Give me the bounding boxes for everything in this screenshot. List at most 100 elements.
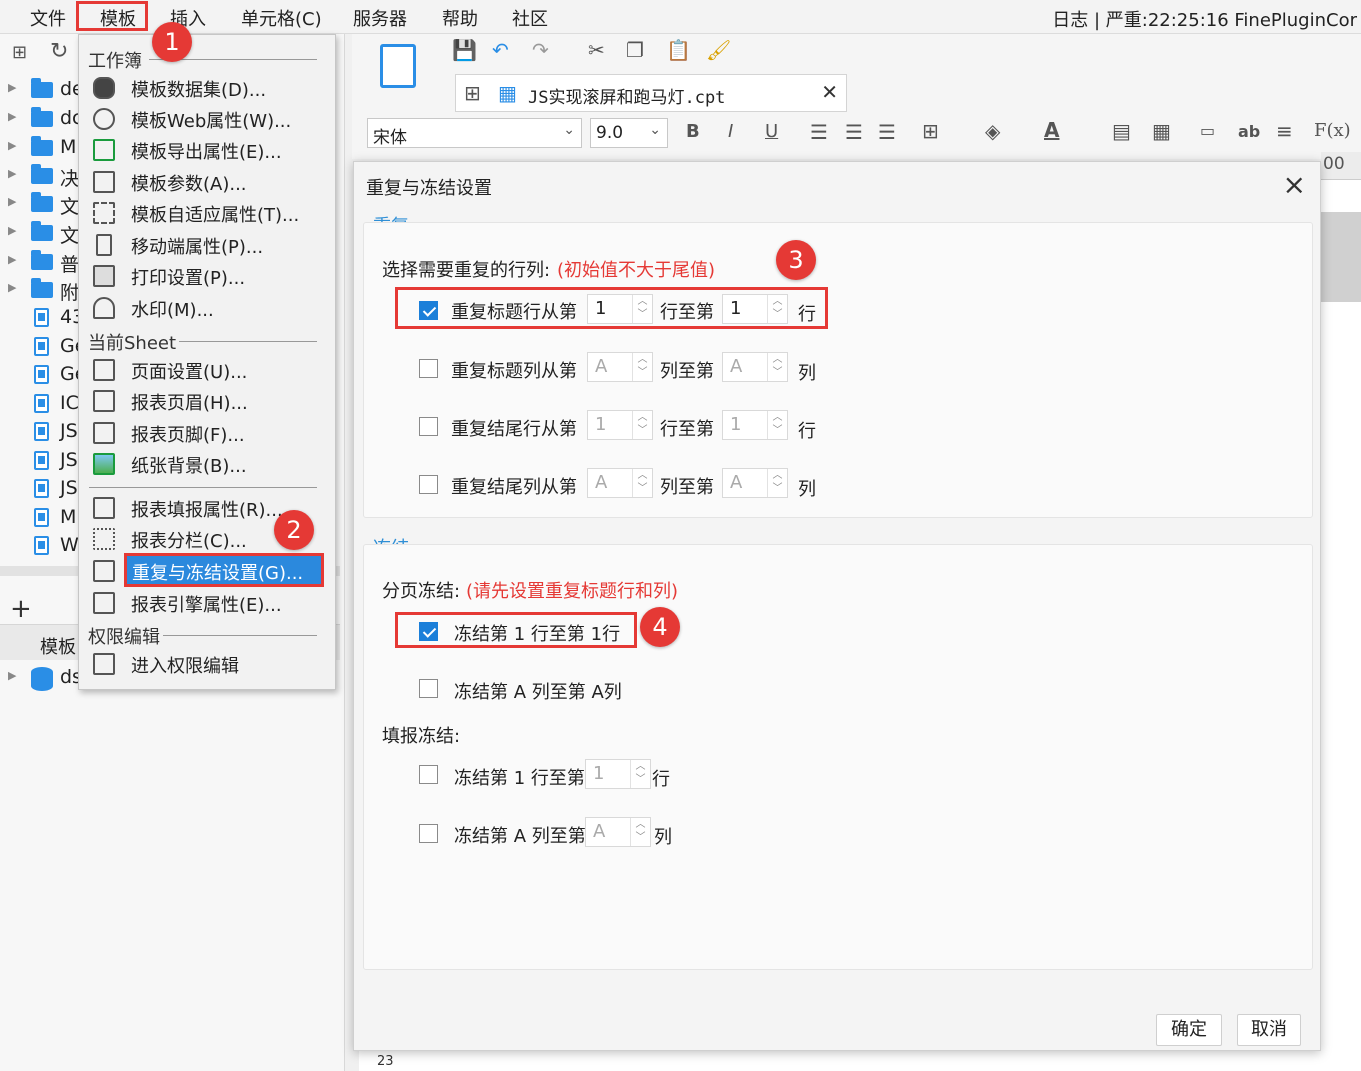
cut-icon[interactable]: ✂	[588, 38, 605, 62]
menu-item-watermark[interactable]: 水印(M)...	[79, 293, 335, 323]
repeat-title-col-checkbox[interactable]	[419, 359, 438, 378]
folder-icon	[31, 136, 53, 156]
chevron-down-icon: ⌄	[649, 122, 661, 138]
cancel-button[interactable]: 取消	[1237, 1014, 1301, 1046]
menu-item-paper-background[interactable]: 纸张背景(B)...	[79, 449, 335, 479]
menu-help[interactable]: 帮助	[442, 5, 478, 31]
repeat-title-col-unit: 列	[798, 363, 816, 384]
editor-tab[interactable]: ⊞ ▦ JS实现滚屏和跑马灯.cpt ✕	[455, 74, 847, 112]
sheet-grid: 00	[1321, 152, 1361, 1071]
repeat-title-col-from[interactable]: A ︿ ﹀	[587, 352, 653, 382]
save-icon[interactable]: 💾	[452, 38, 477, 62]
cpt-file-icon: ▦	[498, 81, 517, 105]
annotation-badge-1: 1	[152, 22, 192, 62]
menu-item-template-export[interactable]: 模板导出属性(E)...	[79, 135, 335, 165]
freeze-group	[363, 544, 1313, 970]
copy-icon[interactable]: ❐	[626, 38, 644, 62]
menu-item-template-adaptive[interactable]: 模板自适应属性(T)...	[79, 198, 335, 228]
wrap-text-icon[interactable]: ab	[1238, 122, 1260, 141]
align-right-icon[interactable]: ☰	[878, 120, 896, 144]
repeat-tail-col-checkbox[interactable]	[419, 475, 438, 494]
bold-icon[interactable]: B	[686, 121, 700, 142]
underline-icon[interactable]: U	[765, 121, 778, 142]
font-family-select[interactable]: 宋体 ⌄	[367, 118, 582, 148]
menu-item-report-header[interactable]: 报表页眉(H)...	[79, 386, 335, 416]
repeat-tail-row-checkbox[interactable]	[419, 417, 438, 436]
font-color-icon[interactable]: A	[1044, 118, 1059, 142]
menu-item-mobile[interactable]: 移动端属性(P)...	[79, 230, 335, 260]
fill-freeze-row-checkbox[interactable]	[419, 765, 438, 784]
repeat-tail-col-from[interactable]: A ︿ ﹀	[587, 468, 653, 498]
menu-item-engine-properties[interactable]: 报表引擎属性(E)...	[79, 588, 335, 618]
menu-community[interactable]: 社区	[512, 5, 548, 31]
undo-icon[interactable]: ↶	[492, 38, 509, 62]
repeat-tail-col-to[interactable]: A ︿ ﹀	[722, 468, 788, 498]
format-brush-icon[interactable]: 🖌	[706, 38, 731, 62]
menu-file[interactable]: 文件	[30, 5, 66, 31]
menu-server[interactable]: 服务器	[353, 5, 407, 31]
menu-item-report-footer[interactable]: 报表页脚(F)...	[79, 418, 335, 448]
italic-icon[interactable]: I	[728, 121, 733, 142]
menu-item-template-web[interactable]: 模板Web属性(W)...	[79, 104, 335, 134]
folder-icon	[31, 250, 53, 270]
section-permission: 权限编辑	[88, 627, 160, 648]
annotation-badge-2: 2	[274, 510, 314, 550]
split-cells-icon[interactable]: ▦	[1152, 119, 1171, 143]
page-freeze-hint: (请先设置重复标题行和列)	[466, 581, 679, 602]
menu-item-enter-permission[interactable]: 进入权限编辑	[79, 649, 335, 679]
formula-icon[interactable]: F(x)	[1314, 120, 1351, 141]
font-size-select[interactable]: 9.0 ⌄	[590, 118, 668, 148]
cpt-file-icon	[34, 508, 49, 527]
dialog-title: 重复与冻结设置	[366, 178, 492, 199]
folder-icon	[31, 221, 53, 241]
fill-freeze-col-checkbox[interactable]	[419, 824, 438, 843]
cpt-file-icon	[34, 337, 49, 356]
fill-freeze-row-label: 冻结第 1 行至第	[454, 768, 585, 789]
repeat-tail-row-from[interactable]: 1 ︿ ﹀	[587, 410, 653, 440]
merge-cells-icon[interactable]: ▤	[1112, 119, 1131, 143]
indent-icon[interactable]: ≡	[1276, 119, 1293, 143]
align-center-icon[interactable]: ☰	[845, 120, 863, 144]
fill-color-icon[interactable]: ◈	[985, 119, 1000, 143]
tab-title: JS实现滚屏和跑马灯.cpt	[528, 88, 726, 108]
repeat-hint: (初始值不大于尾值)	[557, 260, 716, 281]
repeat-title-col-to[interactable]: A ︿ ﹀	[722, 352, 788, 382]
stamp-icon	[93, 297, 115, 319]
border-icon[interactable]: ⊞	[922, 119, 939, 143]
menu-item-print[interactable]: 打印设置(P)...	[79, 261, 335, 291]
repeat-tail-row-mid: 行至第	[660, 419, 714, 440]
redo-icon[interactable]: ↷	[532, 38, 549, 62]
page-freeze-col-checkbox[interactable]	[419, 679, 438, 698]
sheet-bottom-row: 23	[359, 1050, 1321, 1071]
menu-item-page-setup[interactable]: 页面设置(U)...	[79, 355, 335, 385]
align-left-icon[interactable]: ☰	[810, 120, 828, 144]
menu-item-template-dataset[interactable]: 模板数据集(D)...	[79, 73, 335, 103]
text-control-icon[interactable]: ▭	[1200, 121, 1215, 140]
repeat-tail-col-mid: 列至第	[660, 477, 714, 498]
add-icon[interactable]: +	[10, 594, 32, 624]
repeat-tail-row-unit: 行	[798, 421, 816, 442]
repeat-tail-row-label: 重复结尾行从第	[451, 419, 577, 440]
cpt-file-icon	[34, 536, 49, 555]
menu-item-template-params[interactable]: 模板参数(A)...	[79, 167, 335, 197]
fill-freeze-row-value[interactable]: 1 ︿ ﹀	[585, 759, 651, 789]
repeat-tail-row-to[interactable]: 1 ︿ ﹀	[722, 410, 788, 440]
database-icon	[93, 77, 115, 99]
refresh-icon[interactable]: ↻	[50, 39, 68, 64]
close-tab-icon[interactable]: ✕	[821, 80, 838, 104]
cpt-file-icon	[34, 394, 49, 413]
tab-template-dataset[interactable]: 模板	[40, 633, 76, 659]
mobile-icon	[96, 234, 112, 256]
cpt-file-icon	[34, 422, 49, 441]
menu-cell[interactable]: 单元格(C)	[241, 5, 322, 31]
fill-settings-icon	[93, 497, 115, 519]
preview-icon[interactable]	[380, 44, 416, 88]
annotation-badge-3: 3	[776, 240, 816, 280]
folder-icon	[31, 78, 53, 98]
ok-button[interactable]: 确定	[1156, 1014, 1222, 1046]
fill-freeze-col-value[interactable]: A ︿ ﹀	[585, 817, 651, 847]
new-folder-icon[interactable]: ⊞	[12, 42, 27, 63]
columns-icon	[93, 528, 115, 550]
paste-icon[interactable]: 📋	[666, 38, 691, 62]
close-icon[interactable]: ×	[1283, 168, 1306, 201]
